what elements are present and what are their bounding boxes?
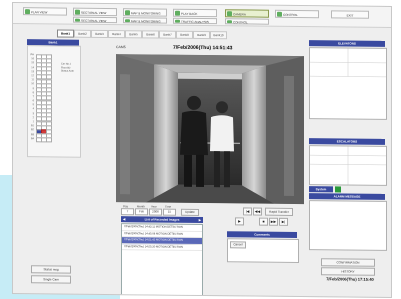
control-button-2[interactable]: CONTROL [225,18,269,25]
camera-label: CAM5 [116,45,126,50]
elevators-header: ELEVATORS [309,40,385,47]
car-status: Status Auto [61,69,74,73]
tab-bank1[interactable]: Bank1 [57,29,74,38]
year-select[interactable]: 2006 [149,208,162,216]
rewind-icon[interactable]: ◀◀ [253,207,262,216]
tab-bank5[interactable]: Bank5 [125,30,142,39]
system-clock: 7/Feb/2006(Thu) 17:15:40 [326,276,374,282]
pencil-icon [75,18,80,22]
escalators-grid [310,146,386,185]
floor-row[interactable]: B4 [27,136,55,143]
camera-timestamp: 7/Feb/2006(Thu) 14:51:43 [173,44,233,52]
pencil-icon [125,19,130,23]
elevators-grid [310,48,386,78]
floor-label: B4 [30,136,34,140]
app-window: PLAN VIEW SECTIONAL VIEW MAP & MONITORIN… [12,2,392,298]
comments-box[interactable]: Cancel [227,238,299,264]
alarm-panel [309,200,387,251]
system-status-icon [335,186,341,193]
tab-bank9[interactable]: Bank9 [193,30,210,40]
section-icon [75,9,80,15]
tab-bank10[interactable]: Bank10 [210,31,227,40]
recorded-list-header: ◀ List of Recorded Images ▶ [121,216,203,224]
skip-back-icon[interactable]: |◀ [243,207,252,216]
sectional-view-button[interactable]: SECTIONAL VIEW [73,7,117,17]
control-button[interactable]: CONTROL [275,9,319,19]
playback-icon [175,10,180,16]
day-select[interactable]: 7 [121,208,134,216]
recorded-list: 7/Feb/2006(Thu) 14:42:11 MOTION DETECTIO… [121,223,203,298]
update-button[interactable]: Update [181,208,199,216]
escalators-header: ESCALATORS [309,138,385,145]
fast-forward-icon[interactable]: ▶▶ [269,217,278,226]
comments-header: Comments [227,231,297,238]
alarm-header: ALARM MESSAGE [309,193,385,200]
map-icon [125,10,130,16]
elevator-camera-image [116,54,304,205]
traffic-analysis-button[interactable]: TRAFFIC ANALYSIS [173,17,217,25]
history-button[interactable]: HISTORY [321,267,375,276]
confirmation-button[interactable]: CONFIRMATION [321,258,375,267]
plan-view-button[interactable]: PLAN VIEW [23,7,67,16]
control-icon [277,11,282,17]
tab-bank7[interactable]: Bank7 [159,30,176,39]
top-toolbar: PLAN VIEW SECTIONAL VIEW MAP & MONITORIN… [13,3,391,28]
single-cam-button[interactable]: Single Cam [31,275,71,284]
pencil-icon [175,19,180,23]
list-item[interactable]: 7/Feb/2006(Thu) 14:55:20 MOTION DETECTIO… [122,243,202,251]
tab-bank4[interactable]: Bank4 [108,30,125,39]
tab-bank8[interactable]: Bank8 [176,30,193,39]
tab-bank6[interactable]: Bank6 [142,30,159,39]
system-bar: System [309,186,385,193]
tab-bank2[interactable]: Bank2 [74,29,91,38]
cancel-button[interactable]: Cancel [230,241,246,249]
pencil-icon [227,20,232,24]
time-select[interactable]: 15 [163,208,176,216]
tab-bank3[interactable]: Bank3 [91,29,108,39]
sectional-view-button-2[interactable]: SECTIONAL VIEW [73,16,117,24]
car-info: Car No.1 Floor B2 Status Auto [61,63,74,74]
rapid-transfer-button[interactable]: Rapid Transfer [265,207,293,216]
play-icon[interactable]: ▶ [235,217,244,226]
floor-list: PH 16 15 14 13 12 11 10 9 8 7 6 5 4 3 2 1 B1 B2 B3 B4 [27,53,55,143]
floor-call-cell [46,137,52,143]
camera-view[interactable] [116,54,304,205]
status-msg-button[interactable]: Status msg [31,265,71,274]
playback-button[interactable]: PLAY BACK [173,8,217,18]
map-monitoring-button[interactable]: MAP & MONITORING [123,8,167,17]
elevators-panel [309,47,387,120]
map-monitoring-button-2[interactable]: MAP & MONITORING [123,17,167,24]
skip-forward-icon[interactable]: ▶| [279,217,288,226]
plan-icon [25,9,30,15]
stop-icon[interactable]: ■ [259,217,268,226]
camera-button[interactable]: CAMERA [225,9,269,18]
escalators-panel [309,145,387,186]
system-label: System [309,186,333,193]
next-arrow-icon[interactable]: ▶ [199,217,201,223]
camera-icon [227,11,232,17]
month-select[interactable]: Feb [135,208,148,216]
exit-button[interactable]: EXIT [331,10,369,19]
prev-arrow-icon[interactable]: ◀ [123,216,125,222]
